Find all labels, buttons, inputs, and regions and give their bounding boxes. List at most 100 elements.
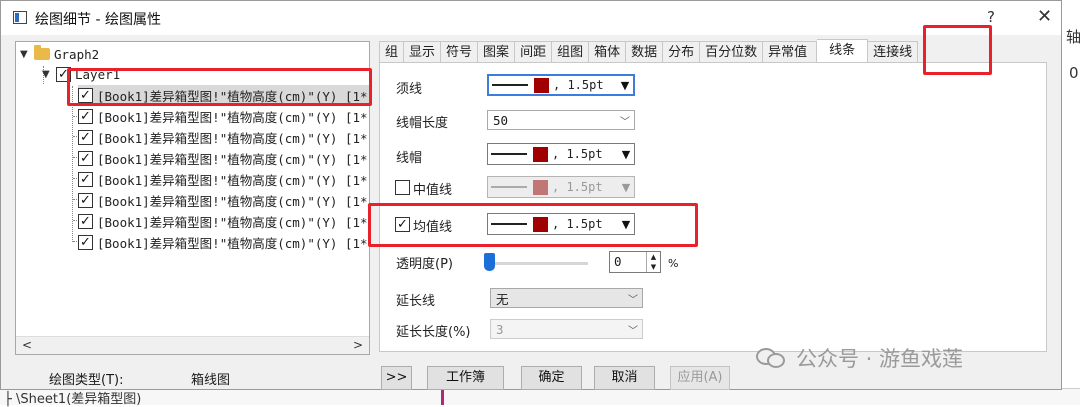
transparency-label: 透明度(P)	[396, 257, 453, 272]
app-icon	[13, 11, 27, 24]
line-width-text: , 1.5pt	[552, 217, 603, 231]
color-swatch	[534, 77, 549, 93]
tree-layer-label: Layer1	[75, 66, 121, 82]
plot-checkbox[interactable]: ✓	[78, 213, 93, 229]
scroll-right-icon[interactable]: >	[353, 338, 363, 352]
chevron-down-icon[interactable]: ﹀	[616, 113, 634, 128]
tree-root-label: Graph2	[54, 46, 100, 62]
cap-length-label: 线帽长度	[396, 116, 449, 131]
tree-item[interactable]: ✓ [Book1]差异箱型图!"植物高度(cm)"(Y) [1*	[78, 211, 368, 231]
dropdown-arrow-icon[interactable]: ▼	[617, 79, 633, 92]
plot-label: [Book1]差异箱型图!"植物高度(cm)"(Y) [1*	[97, 88, 368, 104]
plot-label: [Book1]差异箱型图!"植物高度(cm)"(Y) [1*	[97, 193, 368, 209]
tree-item[interactable]: ✓ [Book1]差异箱型图!"植物高度(cm)"(Y) [1*	[78, 106, 368, 126]
workbook-button[interactable]: 工作簿	[427, 366, 504, 390]
background-status-strip	[0, 388, 1080, 405]
line-sample	[491, 223, 527, 225]
median-label: 中值线	[413, 183, 453, 198]
cap-length-combo[interactable]: 50 ﹀	[487, 110, 635, 130]
ok-button[interactable]: 确定	[521, 366, 582, 390]
scroll-left-icon[interactable]: <	[22, 338, 32, 352]
dropdown-arrow-icon[interactable]: ▼	[618, 218, 634, 231]
title-bar: 绘图细节 - 绘图属性 ? ✕	[1, 1, 1061, 35]
color-swatch	[533, 146, 548, 162]
tab-symbol[interactable]: 符号	[441, 41, 479, 63]
collapse-icon[interactable]: ▼	[20, 49, 30, 60]
median-line-combo: , 1.5pt ▼	[487, 176, 635, 198]
line-sample	[492, 84, 528, 86]
cap-line-combo[interactable]: , 1.5pt ▼	[487, 143, 635, 165]
median-checkbox[interactable]	[395, 180, 410, 195]
dropdown-arrow-icon: ▼	[621, 180, 631, 194]
tab-distribution[interactable]: 分布	[663, 41, 701, 63]
tree-item[interactable]: ✓ [Book1]差异箱型图!"植物高度(cm)"(Y) [1*	[78, 148, 368, 168]
tree-item-selected[interactable]: ✓ [Book1]差异箱型图!"植物高度(cm)"(Y) [1*	[78, 85, 370, 105]
watermark-text: 公众号 · 游鱼戏莲	[796, 347, 964, 371]
plot-label: [Book1]差异箱型图!"植物高度(cm)"(Y) [1*	[97, 172, 368, 188]
plot-checkbox[interactable]: ✓	[78, 108, 93, 124]
expand-button[interactable]: >>	[381, 366, 412, 390]
background-char: 轴	[1066, 28, 1080, 46]
plot-checkbox[interactable]: ✓	[78, 129, 93, 145]
tree-item[interactable]: ✓ [Book1]差异箱型图!"植物高度(cm)"(Y) [1*	[78, 190, 368, 210]
line-width-text: , 1.5pt	[552, 147, 603, 161]
tab-connect-line[interactable]: 连接线	[868, 41, 919, 63]
plot-label: [Book1]差异箱型图!"植物高度(cm)"(Y) [1*	[97, 214, 368, 230]
plot-tree[interactable]: ▼ Graph2 ▼ ✓ Layer1 ✓ [Book1]差异箱型图!"植物高度…	[15, 41, 370, 355]
tab-box[interactable]: 箱体	[589, 41, 627, 63]
plot-checkbox[interactable]: ✓	[78, 171, 93, 187]
transparency-spin-box[interactable]: 0 ▲ ▼	[609, 251, 661, 273]
tab-strip: 组 显示 符号 图案 间距 组图 箱体 数据 分布 百分位数 异常值 线条 连接…	[379, 39, 1034, 63]
plot-details-dialog: 绘图细节 - 绘图属性 ? ✕ ▼ Graph2 ▼ ✓ Layer1 ✓ [B…	[0, 0, 1062, 390]
spin-buttons[interactable]: ▲ ▼	[646, 252, 660, 272]
collapse-icon[interactable]: ▼	[42, 69, 52, 80]
cancel-button[interactable]: 取消	[594, 366, 655, 390]
chevron-down-icon[interactable]: ﹀	[624, 291, 642, 306]
extension-label: 延长线	[396, 294, 436, 309]
tree-item[interactable]: ✓ [Book1]差异箱型图!"植物高度(cm)"(Y) [1*	[78, 169, 368, 189]
tab-group[interactable]: 组	[379, 41, 405, 63]
tab-spacing[interactable]: 间距	[515, 41, 553, 63]
plot-checkbox[interactable]: ✓	[78, 150, 93, 166]
spin-up-icon[interactable]: ▲	[647, 252, 660, 262]
tree-layer[interactable]: ▼ ✓ Layer1	[42, 64, 120, 84]
plot-type-label: 绘图类型(T):	[49, 373, 124, 388]
tab-percentile[interactable]: 百分位数	[700, 41, 764, 63]
transparency-value: 0	[614, 254, 622, 269]
whisker-line-combo[interactable]: , 1.5pt ▼	[487, 74, 635, 96]
tab-data[interactable]: 数据	[626, 41, 664, 63]
horizontal-scrollbar[interactable]: < >	[16, 336, 369, 354]
plot-label: [Book1]差异箱型图!"植物高度(cm)"(Y) [1*	[97, 151, 368, 167]
transparency-slider-track[interactable]	[488, 262, 588, 265]
chevron-down-icon: ﹀	[628, 325, 638, 337]
layer-checkbox[interactable]: ✓	[56, 66, 71, 82]
transparency-slider-thumb[interactable]	[484, 253, 495, 271]
window-title: 绘图细节 - 绘图属性	[35, 12, 161, 28]
tree-root[interactable]: ▼ Graph2	[20, 44, 99, 64]
watermark: 公众号 · 游鱼戏莲	[756, 343, 963, 373]
tree-item[interactable]: ✓ [Book1]差异箱型图!"植物高度(cm)"(Y) [1*	[78, 127, 368, 147]
close-button[interactable]: ✕	[1037, 6, 1052, 27]
tab-display[interactable]: 显示	[404, 41, 442, 63]
plot-checkbox[interactable]: ✓	[78, 87, 93, 103]
help-button[interactable]: ?	[987, 8, 995, 26]
mean-line-combo[interactable]: , 1.5pt ▼	[487, 213, 635, 235]
tab-outlier[interactable]: 异常值	[763, 41, 818, 63]
background-sheet-tab: ├ \Sheet1(差异箱型图)	[4, 392, 142, 407]
extension-length-value: 3	[496, 321, 504, 337]
spin-down-icon[interactable]: ▼	[647, 262, 660, 272]
mean-label: 均值线	[413, 220, 453, 235]
apply-button: 应用(A)	[670, 366, 730, 390]
tab-pattern[interactable]: 图案	[478, 41, 516, 63]
tree-item[interactable]: ✓ [Book1]差异箱型图!"植物高度(cm)"(Y) [1*	[78, 232, 368, 252]
color-swatch	[533, 216, 548, 232]
plot-checkbox[interactable]: ✓	[78, 234, 93, 250]
dropdown-arrow-icon[interactable]: ▼	[618, 148, 634, 161]
mean-checkbox[interactable]: ✓	[395, 217, 410, 232]
tree-guide	[72, 86, 73, 242]
plot-checkbox[interactable]: ✓	[78, 192, 93, 208]
plot-type-value: 箱线图	[191, 373, 231, 388]
tab-lines[interactable]: 线条	[817, 39, 869, 63]
extension-combo[interactable]: 无 ﹀	[490, 288, 643, 308]
tab-stack[interactable]: 组图	[552, 41, 590, 63]
